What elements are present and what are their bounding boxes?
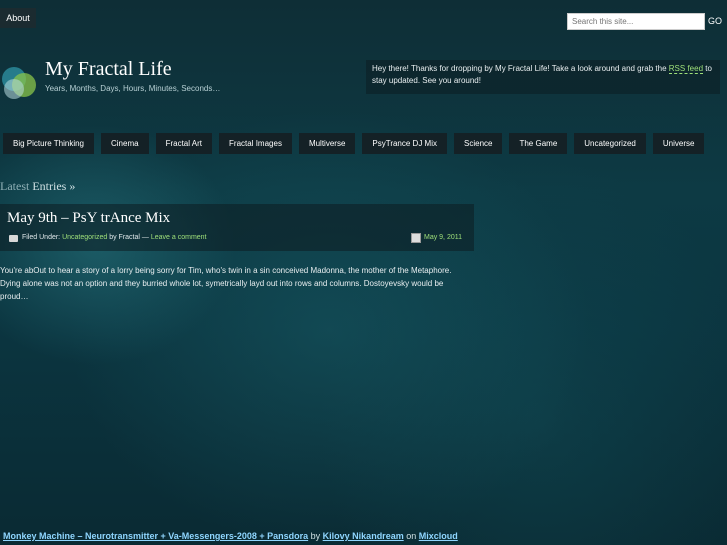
post-title[interactable]: May 9th – PsY trAnce Mix — [7, 210, 170, 227]
nav-item-uncategorized[interactable]: Uncategorized — [574, 133, 646, 154]
mixcloud-link[interactable]: Mixcloud — [419, 531, 458, 541]
search-input[interactable] — [567, 13, 705, 30]
meta-dash: — — [141, 234, 149, 241]
latest-entries-heading: Latest Entries » — [0, 179, 75, 194]
nav-item-fractal-images[interactable]: Fractal Images — [219, 133, 292, 154]
logo-circles-icon — [2, 67, 36, 99]
site-title[interactable]: My Fractal Life — [45, 58, 172, 81]
leave-comment-link[interactable]: Leave a comment — [151, 234, 207, 241]
filed-under-label: Filed Under: — [22, 234, 61, 241]
about-button[interactable]: About — [0, 8, 36, 28]
nav-item-universe[interactable]: Universe — [652, 133, 705, 154]
latest-label: Latest — [0, 179, 30, 193]
artist-link[interactable]: Kilovy Nikandream — [323, 531, 404, 541]
mixcloud-footer: Monkey Machine – Neurotransmitter + Va-M… — [3, 531, 458, 541]
welcome-box: Hey there! Thanks for dropping by My Fra… — [366, 60, 720, 94]
nav-item-cinema[interactable]: Cinema — [101, 133, 149, 154]
folder-icon — [9, 235, 18, 242]
by-label: by — [109, 234, 117, 241]
nav-item-big-picture-thinking[interactable]: Big Picture Thinking — [3, 133, 94, 154]
welcome-text: Hey there! Thanks for dropping by My Fra… — [372, 64, 667, 73]
author-name: Fractal — [118, 234, 140, 241]
latest-suffix: Entries » — [32, 179, 76, 193]
footer-by: by — [310, 531, 321, 541]
post-excerpt: You're abOut to hear a story of a lorry … — [0, 266, 452, 301]
site-tagline: Years, Months, Days, Hours, Minutes, Sec… — [45, 84, 221, 93]
nav-item-multiverse[interactable]: Multiverse — [298, 133, 356, 154]
post-meta: Filed Under: Uncategorized by Fractal — … — [22, 234, 207, 241]
post-date: May 9, 2011 — [424, 234, 463, 241]
category-link[interactable]: Uncategorized — [62, 234, 107, 241]
nav-item-science[interactable]: Science — [454, 133, 503, 154]
main-nav: Big Picture Thinking Cinema Fractal Art … — [3, 133, 711, 154]
footer-on: on — [406, 531, 417, 541]
nav-item-fractal-art[interactable]: Fractal Art — [155, 133, 213, 154]
nav-item-the-game[interactable]: The Game — [509, 133, 568, 154]
nav-item-psytrance-dj-mix[interactable]: PsyTrance DJ Mix — [362, 133, 447, 154]
track-link[interactable]: Monkey Machine – Neurotransmitter + Va-M… — [3, 531, 308, 541]
calendar-icon — [411, 233, 421, 243]
rss-feed-link[interactable]: RSS feed — [668, 64, 704, 74]
go-button[interactable]: GO — [708, 13, 722, 30]
